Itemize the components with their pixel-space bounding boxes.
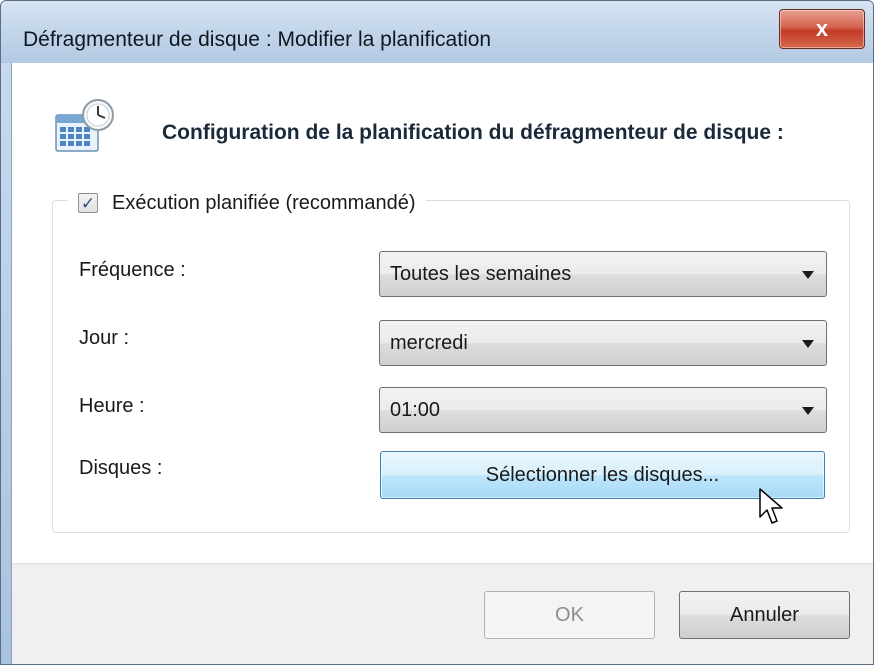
frequency-value: Toutes les semaines [390, 262, 572, 285]
dropdown-arrow-icon [802, 271, 814, 279]
title-bar[interactable]: Défragmenteur de disque : Modifier la pl… [1, 1, 873, 63]
day-label: Jour : [79, 327, 130, 349]
time-dropdown[interactable]: 01:00 [379, 387, 827, 433]
close-icon: x [815, 16, 829, 41]
header-title: Configuration de la planification du déf… [162, 121, 784, 144]
mouse-cursor-icon [759, 488, 783, 524]
cancel-button[interactable]: Annuler [679, 591, 850, 639]
frequency-dropdown[interactable]: Toutes les semaines [379, 251, 827, 297]
disks-label: Disques : [79, 457, 163, 479]
time-value: 01:00 [390, 398, 441, 421]
calendar-clock-icon [55, 99, 114, 152]
checkmark-icon: ✓ [80, 193, 96, 213]
ok-button[interactable]: OK [484, 591, 655, 639]
close-button[interactable]: x [779, 9, 865, 49]
frequency-label: Fréquence : [79, 259, 186, 281]
dialog-window: Défragmenteur de disque : Modifier la pl… [0, 0, 874, 665]
time-label: Heure : [79, 395, 145, 417]
day-dropdown[interactable]: mercredi [379, 320, 827, 366]
window-title: Défragmenteur de disque : Modifier la pl… [23, 28, 492, 51]
dialog-body: Configuration de la planification du déf… [11, 63, 873, 664]
dropdown-arrow-icon [802, 340, 814, 348]
day-value: mercredi [390, 331, 468, 354]
schedule-checkbox-label[interactable]: Exécution planifiée (recommandé) [112, 192, 416, 215]
schedule-checkbox-row[interactable]: ✓ Exécution planifiée (recommandé) [68, 187, 426, 219]
schedule-checkbox[interactable]: ✓ [78, 193, 98, 213]
dropdown-arrow-icon [802, 407, 814, 415]
